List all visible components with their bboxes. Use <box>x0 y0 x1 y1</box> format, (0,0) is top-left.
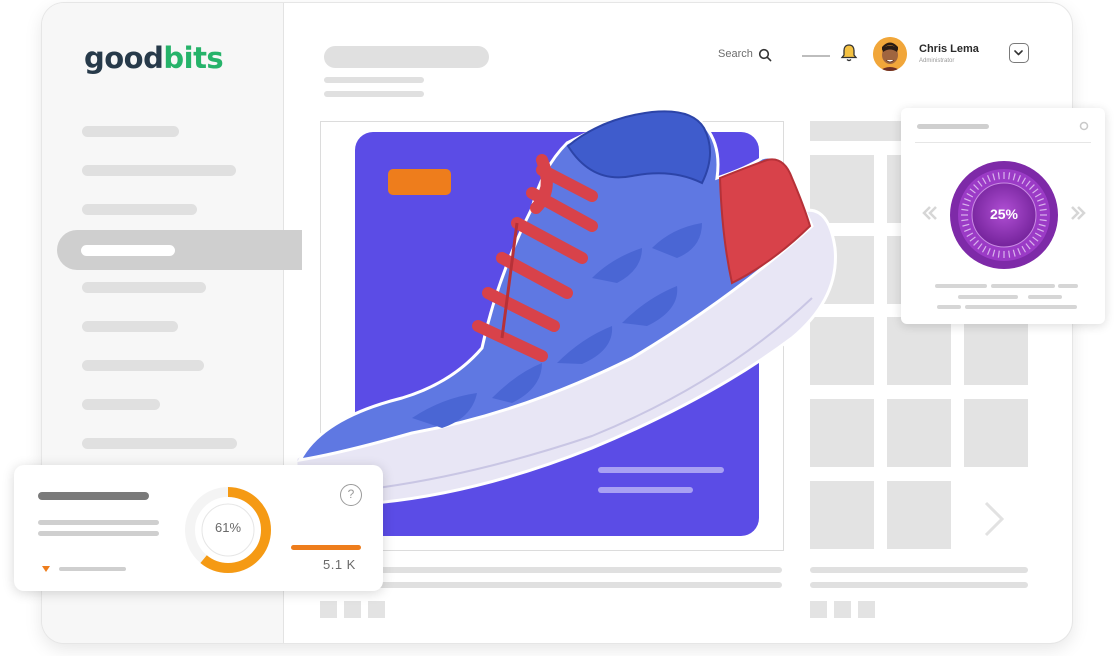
thumb-placeholder[interactable] <box>320 601 337 618</box>
thumb-placeholder[interactable] <box>834 601 851 618</box>
chevron-right-icon[interactable] <box>980 499 1008 539</box>
chevron-down-icon <box>1014 50 1023 56</box>
avatar[interactable] <box>873 37 907 71</box>
dial-text-placeholder <box>1058 284 1078 288</box>
stats-meta-placeholder <box>59 567 126 571</box>
text-placeholder <box>810 567 1028 573</box>
sidebar-item[interactable] <box>82 399 160 410</box>
dial-text-placeholder <box>991 284 1055 288</box>
sidebar-item[interactable] <box>82 165 236 176</box>
progress-percent: 61% <box>214 520 242 535</box>
text-placeholder <box>364 567 782 573</box>
dial-text-placeholder <box>958 295 1018 299</box>
bell-icon[interactable] <box>840 43 858 63</box>
sidebar-item[interactable] <box>82 321 178 332</box>
user-menu-toggle[interactable] <box>1009 43 1029 63</box>
stats-text-placeholder <box>38 520 159 525</box>
dial-text-placeholder <box>965 305 1077 309</box>
search-icon[interactable] <box>758 48 772 62</box>
dial-percent: 25% <box>989 206 1019 222</box>
search-label[interactable]: Search <box>718 48 753 60</box>
thumb-placeholder[interactable] <box>810 601 827 618</box>
page-title-placeholder <box>324 46 489 68</box>
grid-tile[interactable] <box>887 481 951 549</box>
sidebar-item-active[interactable] <box>57 230 302 270</box>
user-role: Administrator <box>919 58 955 64</box>
dial-text-placeholder <box>1028 295 1062 299</box>
sidebar-item[interactable] <box>82 126 179 137</box>
caret-down-icon[interactable] <box>41 565 51 573</box>
help-icon[interactable]: ? <box>340 484 362 506</box>
sidebar-item[interactable] <box>82 204 197 215</box>
grid-tile[interactable] <box>964 399 1028 467</box>
text-placeholder <box>364 582 782 588</box>
gear-icon[interactable] <box>1079 121 1089 131</box>
size-bar <box>291 545 361 550</box>
thumb-placeholder[interactable] <box>368 601 385 618</box>
grid-tile[interactable] <box>887 317 951 385</box>
size-value: 5.1 K <box>323 557 356 572</box>
chevron-right-icon[interactable] <box>1068 205 1088 221</box>
stats-text-placeholder <box>38 531 159 536</box>
sidebar-item[interactable] <box>82 360 204 371</box>
text-placeholder <box>810 582 1028 588</box>
sidebar-item[interactable] <box>82 438 237 449</box>
brand-logo[interactable]: goodbits <box>84 41 224 75</box>
thumb-placeholder[interactable] <box>858 601 875 618</box>
thumb-placeholder[interactable] <box>344 601 361 618</box>
sneaker-image <box>294 107 837 506</box>
header-divider <box>802 55 830 57</box>
sidebar-item[interactable] <box>82 282 206 293</box>
dial-text-placeholder <box>937 305 961 309</box>
grid-tile[interactable] <box>964 317 1028 385</box>
stats-title-placeholder <box>38 492 149 500</box>
dial-text-placeholder <box>935 284 987 288</box>
divider <box>915 142 1091 143</box>
user-name[interactable]: Chris Lema <box>919 43 979 55</box>
subtitle-placeholder <box>324 91 424 97</box>
subtitle-placeholder <box>324 77 424 83</box>
dial-title-placeholder <box>917 124 989 129</box>
chevron-left-icon[interactable] <box>920 205 940 221</box>
grid-tile[interactable] <box>887 399 951 467</box>
